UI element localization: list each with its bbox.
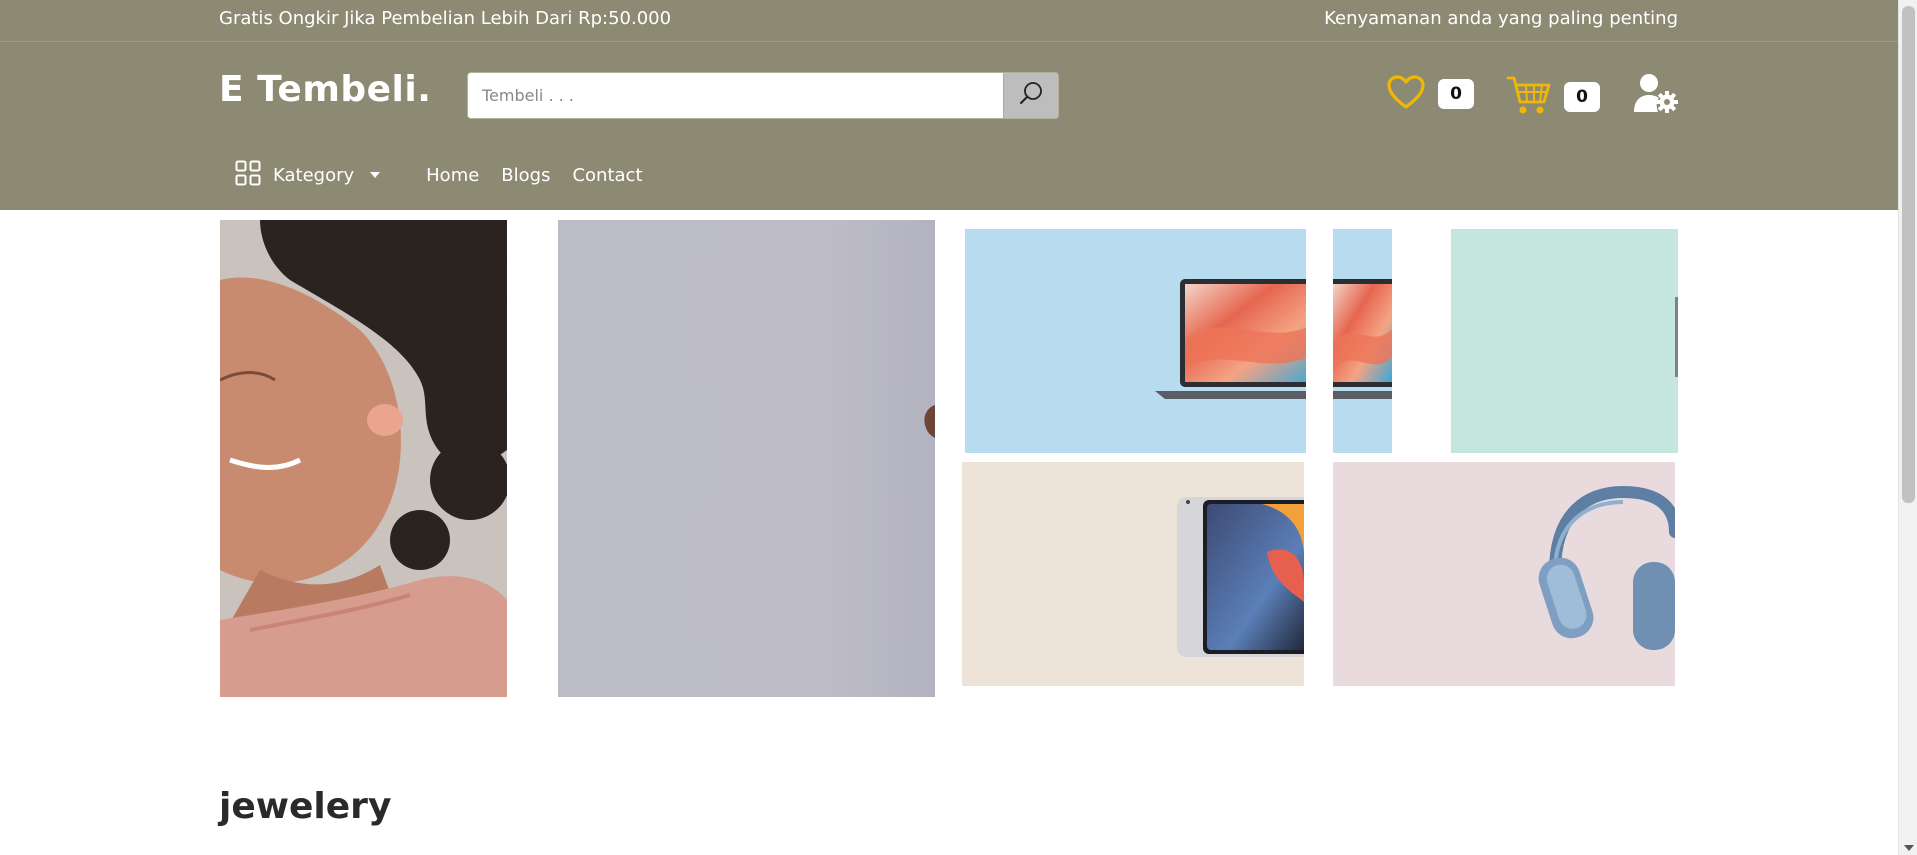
- tagline-text: Kenyamanan anda yang paling penting: [1324, 8, 1678, 29]
- announcement-bar: Gratis Ongkir Jika Pembelian Lebih Dari …: [0, 0, 1898, 42]
- mint-banner-image: [1451, 229, 1678, 453]
- caret-down-icon: [370, 172, 381, 178]
- headphones-banner-image: [1333, 462, 1675, 686]
- category-dropdown[interactable]: Kategory: [235, 160, 381, 191]
- earbuds-banner-image: [220, 220, 507, 697]
- free-shipping-text: Gratis Ongkir Jika Pembelian Lebih Dari …: [219, 8, 672, 29]
- cart-widget[interactable]: 0: [1506, 74, 1600, 120]
- nav-link-home[interactable]: Home: [426, 165, 479, 186]
- page-scrollbar[interactable]: [1898, 0, 1917, 855]
- banner-earbuds[interactable]: [220, 220, 507, 697]
- banner-grey[interactable]: [558, 220, 935, 697]
- tablet-banner-image: [962, 462, 1304, 686]
- search-button[interactable]: [1003, 73, 1058, 118]
- laptop-banner-image: [965, 229, 1306, 453]
- grey-banner-image: [558, 220, 935, 697]
- banner-mint[interactable]: [1451, 229, 1678, 453]
- user-gear-icon: [1632, 72, 1678, 118]
- cart-count-badge: 0: [1564, 82, 1600, 112]
- site-header: E Tembeli. 0: [0, 42, 1898, 210]
- account-button[interactable]: [1632, 72, 1678, 118]
- grid-icon: [235, 160, 261, 191]
- heart-icon: [1386, 74, 1426, 114]
- site-logo[interactable]: E Tembeli.: [219, 69, 431, 110]
- search-icon: [1018, 81, 1044, 111]
- banner-headphones[interactable]: [1333, 462, 1675, 686]
- main-nav: Kategory Home Blogs Contact: [219, 160, 643, 190]
- search-bar: [467, 72, 1059, 119]
- banner-laptop[interactable]: [965, 229, 1306, 453]
- laptop-cropped-banner-image: [1333, 229, 1392, 453]
- section-title: jewelery: [219, 786, 392, 827]
- wishlist-count-badge: 0: [1438, 79, 1474, 109]
- search-input[interactable]: [468, 73, 1004, 118]
- category-label: Kategory: [273, 164, 355, 186]
- wishlist-widget[interactable]: 0: [1386, 74, 1474, 114]
- scrollbar-thumb[interactable]: [1902, 6, 1915, 503]
- nav-link-contact[interactable]: Contact: [572, 165, 642, 186]
- cart-icon: [1506, 74, 1552, 120]
- banner-laptop-cropped[interactable]: [1333, 229, 1392, 453]
- banner-tablet[interactable]: [962, 462, 1304, 686]
- nav-link-blogs[interactable]: Blogs: [501, 165, 550, 186]
- scroll-down-arrow-icon[interactable]: [1904, 845, 1914, 851]
